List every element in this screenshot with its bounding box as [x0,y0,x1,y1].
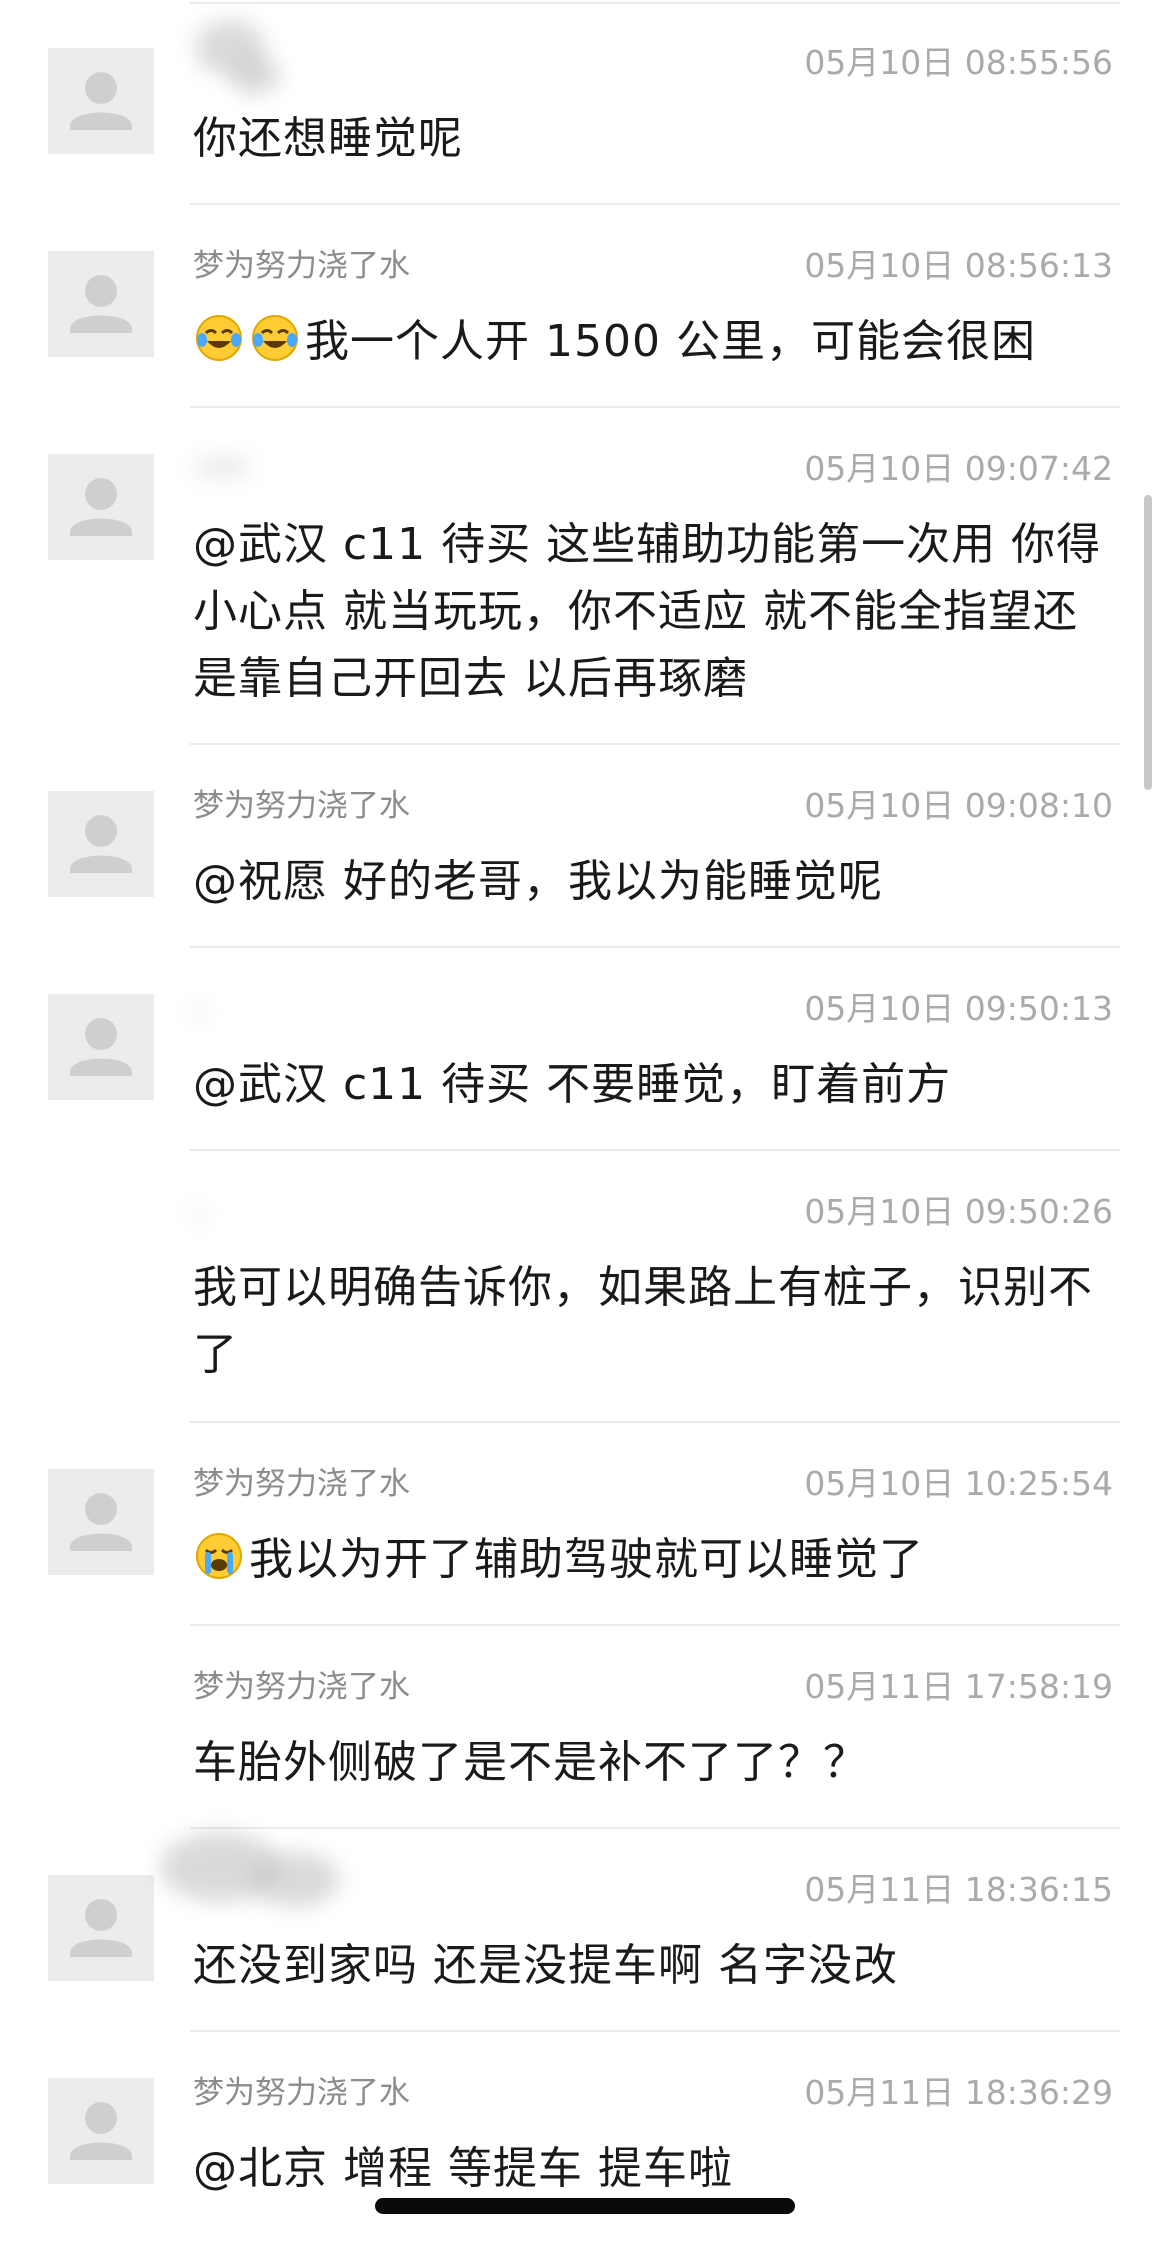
comment-time: 05月10日 08:55:56 [804,43,1113,82]
divider [190,406,1120,408]
avatar[interactable] [48,1469,154,1575]
comment-time: 05月10日 09:50:13 [804,989,1113,1028]
comment-text: @武汉 c11 待买 这些辅助功能第一次用 你得小心点 就当玩玩，你不适应 就不… [193,519,1102,704]
avatar[interactable] [48,2078,154,2184]
blurred-username [192,1209,204,1221]
divider [190,1149,1120,1151]
comment-text: 我可以明确告诉你，如果路上有桩子，识别不了 [193,1262,1093,1380]
comment-time: 05月10日 09:50:26 [804,1192,1113,1231]
comment-item[interactable]: 05月11日 18:36:15 还没到家吗 还是没提车啊 名字没改 [0,1827,1170,2030]
comment-time: 05月10日 09:07:42 [804,449,1113,488]
loudly-crying-face-icon [196,1533,242,1579]
user-placeholder-icon [70,1018,132,1076]
comment-time: 05月11日 17:58:19 [804,1667,1113,1706]
user-placeholder-icon [70,478,132,536]
user-placeholder-icon [70,815,132,873]
comment-text: @祝愿 好的老哥，我以为能睡觉呢 [193,856,883,907]
comment-author[interactable]: 梦为努力浇了水 [193,246,410,286]
divider [190,946,1120,948]
face-with-tears-of-joy-icon [252,315,298,361]
comment-item[interactable]: 05月10日 09:07:42 @武汉 c11 待买 这些辅助功能第一次用 你得… [0,406,1170,743]
divider [190,2,1120,4]
comment-author[interactable]: 梦为努力浇了水 [193,1464,410,1504]
comment-item[interactable]: 05月10日 09:50:13 @武汉 c11 待买 不要睡觉，盯着前方 [0,946,1170,1149]
avatar[interactable] [48,251,154,357]
comment-text: 我以为开了辅助驾驶就可以睡觉了 [249,1534,924,1585]
comment-item[interactable]: 梦为努力浇了水 05月10日 10:25:54 我以为开了辅助驾驶就可以睡觉了 [0,1421,1170,1624]
comment-time: 05月11日 18:36:29 [804,2073,1113,2112]
comment-text: 还没到家吗 还是没提车啊 名字没改 [193,1940,898,1991]
divider [190,1421,1120,1423]
user-placeholder-icon [70,275,132,333]
user-placeholder-icon [70,1493,132,1551]
scrollbar[interactable] [1144,495,1152,790]
comment-text-wrap: 我以为开了辅助驾驶就可以睡觉了 [193,1526,1118,1593]
comment-time: 05月10日 08:56:13 [804,246,1113,285]
divider [190,203,1120,205]
face-with-tears-of-joy-icon [196,315,242,361]
comment-time: 05月10日 10:25:54 [804,1464,1113,1503]
home-indicator[interactable] [375,2198,795,2214]
avatar[interactable] [48,48,154,154]
avatar[interactable] [48,994,154,1100]
comment-item[interactable]: 梦为努力浇了水 05月10日 08:56:13 我一个人开 1500 公里，可能… [0,203,1170,406]
blurred-username [192,456,252,478]
comment-item[interactable]: 05月10日 09:50:26 我可以明确告诉你，如果路上有桩子，识别不了 [0,1149,1170,1421]
blurred-username [250,1852,340,1907]
comment-time: 05月11日 18:36:15 [804,1870,1113,1909]
blurred-username [192,1006,204,1018]
divider [190,2030,1120,2032]
comment-text: @武汉 c11 待买 不要睡觉，盯着前方 [193,1059,952,1110]
comment-text: 我一个人开 1500 公里，可能会很困 [305,316,1036,367]
comment-author[interactable]: 梦为努力浇了水 [193,786,410,826]
divider [190,1624,1120,1626]
comment-text-wrap: 我一个人开 1500 公里，可能会很困 [193,308,1118,375]
avatar[interactable] [48,1875,154,1981]
comment-item[interactable]: 梦为努力浇了水 05月11日 17:58:19 车胎外侧破了是不是补不了了？？ [0,1624,1170,1827]
divider [190,743,1120,745]
divider [190,1827,1120,1829]
comment-author[interactable]: 梦为努力浇了水 [193,1667,410,1707]
comment-time: 05月10日 09:08:10 [804,786,1113,825]
comment-author[interactable]: 梦为努力浇了水 [193,2073,410,2113]
comment-text: @北京 增程 等提车 提车啦 [193,2143,733,2194]
blurred-username [230,55,280,95]
comment-text: 车胎外侧破了是不是补不了了？？ [193,1737,868,1788]
user-placeholder-icon [70,72,132,130]
comment-item[interactable]: 05月10日 08:55:56 你还想睡觉呢 [0,0,1170,203]
avatar[interactable] [48,454,154,560]
user-placeholder-icon [70,2102,132,2160]
comment-item[interactable]: 梦为努力浇了水 05月11日 18:36:29 @北京 增程 等提车 提车啦 [0,2030,1170,2253]
avatar[interactable] [48,791,154,897]
comment-text: 你还想睡觉呢 [193,113,463,164]
user-placeholder-icon [70,1899,132,1957]
comment-item[interactable]: 梦为努力浇了水 05月10日 09:08:10 @祝愿 好的老哥，我以为能睡觉呢 [0,743,1170,946]
